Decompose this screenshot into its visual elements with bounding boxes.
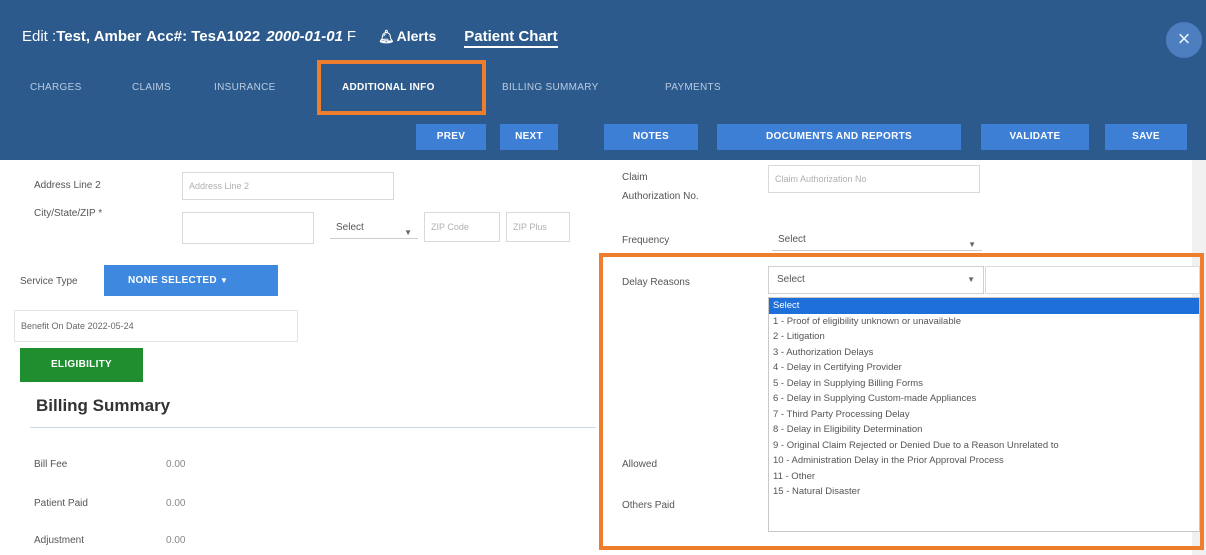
address-line-2-input[interactable]: Address Line 2	[182, 172, 394, 200]
frequency-select[interactable]: Select ▼	[772, 231, 982, 251]
date-of-birth: 2000-01-01	[266, 28, 343, 45]
notes-button[interactable]: NOTES	[604, 124, 698, 150]
claim-auth-input[interactable]: Claim Authorization No	[768, 165, 980, 193]
eligibility-button[interactable]: ELIGIBILITY	[20, 348, 143, 382]
prev-button[interactable]: PREV	[416, 124, 486, 150]
chevron-down-icon: ▼	[968, 240, 976, 249]
bell-icon: 🔔︎	[378, 29, 395, 44]
tab-insurance[interactable]: INSURANCE	[214, 82, 276, 93]
tab-bar: CHARGES CLAIMS INSURANCE ADDITIONAL INFO…	[0, 64, 1206, 110]
city-state-zip-label: City/State/ZIP *	[34, 208, 103, 219]
service-type-label: Service Type	[20, 276, 78, 287]
address-line-2-label: Address Line 2	[34, 180, 101, 191]
patient-paid-label: Patient Paid	[34, 498, 88, 509]
billing-summary-title: Billing Summary	[36, 396, 171, 415]
city-input[interactable]	[182, 212, 314, 244]
state-select[interactable]: Select ▼	[330, 219, 418, 239]
benefit-on-date-field[interactable]: Benefit On Date 2022-05-24	[14, 310, 298, 342]
save-button[interactable]: SAVE	[1105, 124, 1187, 150]
adjustment-value: 0.00	[166, 535, 186, 546]
patient-title: Edit : Test, Amber Acc#: TesA1022 2000-0…	[22, 28, 558, 48]
patient-sex: F	[346, 28, 357, 45]
tab-charges[interactable]: CHARGES	[30, 82, 82, 93]
bill-fee-label: Bill Fee	[34, 459, 68, 470]
header-bar: Edit : Test, Amber Acc#: TesA1022 2000-0…	[0, 0, 1206, 160]
zip-code-input[interactable]: ZIP Code	[424, 212, 500, 242]
delay-reasons-highlight	[599, 253, 1204, 550]
zip-plus-input[interactable]: ZIP Plus	[506, 212, 570, 242]
edit-prefix: Edit :	[22, 28, 57, 45]
section-divider	[30, 427, 596, 428]
tab-payments[interactable]: PAYMENTS	[665, 82, 721, 93]
frequency-label: Frequency	[622, 235, 670, 246]
alerts-link[interactable]: 🔔︎ Alerts	[378, 28, 436, 45]
adjustment-label: Adjustment	[34, 535, 85, 546]
bill-fee-value: 0.00	[166, 459, 186, 470]
patient-name: Test, Amber	[56, 28, 142, 45]
patient-chart-link[interactable]: Patient Chart	[464, 28, 558, 48]
close-button[interactable]: ×	[1166, 22, 1202, 58]
patient-paid-value: 0.00	[166, 498, 186, 509]
tab-billing-summary[interactable]: BILLING SUMMARY	[502, 82, 599, 93]
tab-claims[interactable]: CLAIMS	[132, 82, 171, 93]
claim-auth-label-line1: Claim	[622, 172, 648, 183]
service-type-dropdown[interactable]: NONE SELECTED ▼	[104, 265, 278, 296]
active-tab-highlight	[317, 60, 486, 115]
claim-auth-label-line2: Authorization No.	[622, 191, 699, 202]
chevron-down-icon: ▼	[220, 276, 229, 285]
next-button[interactable]: NEXT	[500, 124, 558, 150]
validate-button[interactable]: VALIDATE	[981, 124, 1089, 150]
account-number: Acc#: TesA1022	[146, 28, 261, 45]
documents-reports-button[interactable]: DOCUMENTS AND REPORTS	[717, 124, 961, 150]
chevron-down-icon: ▼	[404, 228, 412, 237]
